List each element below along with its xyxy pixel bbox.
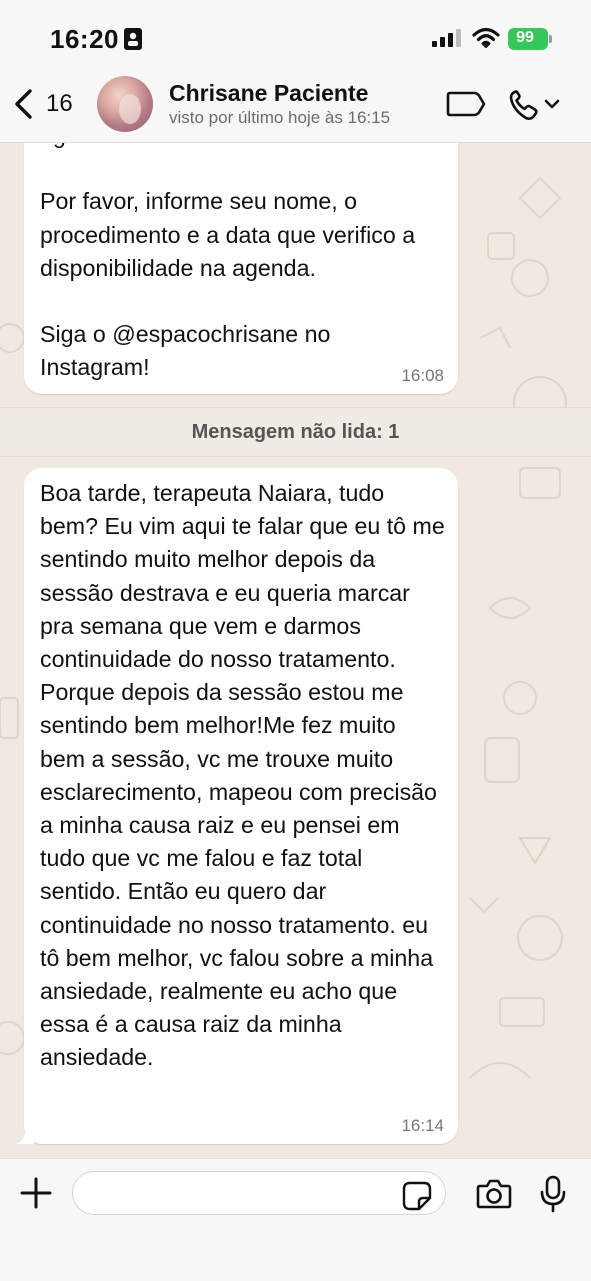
battery-icon: 99	[508, 28, 548, 50]
phone-icon[interactable]	[508, 88, 564, 122]
message-bubble[interactable]: agendamento? Por favor, informe seu nome…	[24, 112, 458, 394]
chevron-left-icon[interactable]	[12, 88, 34, 120]
camera-icon[interactable]	[476, 1179, 512, 1209]
unread-label: Mensagem não lida: 1	[191, 421, 400, 443]
message-bubble[interactable]: Boa tarde, terapeuta Naiara, tudo bem? E…	[24, 468, 458, 1144]
sticker-icon[interactable]	[402, 1181, 432, 1211]
chevron-down-icon	[544, 99, 560, 109]
microphone-icon[interactable]	[540, 1175, 566, 1213]
label-tag-icon[interactable]	[446, 90, 486, 118]
status-time: 16:20	[50, 24, 119, 54]
wifi-icon	[472, 27, 500, 48]
composer-bar	[0, 1158, 591, 1281]
chat-header: 16 Chrisane Paciente visto por último ho…	[0, 66, 591, 143]
battery-level: 99	[516, 29, 534, 46]
battery-cap	[549, 35, 552, 43]
signal-icon	[432, 29, 461, 47]
id-card-icon	[124, 28, 142, 50]
bubble-tail	[16, 1126, 34, 1144]
avatar[interactable]	[97, 76, 153, 132]
plus-icon[interactable]	[20, 1177, 52, 1209]
contact-name[interactable]: Chrisane Paciente	[169, 80, 368, 107]
message-text: Boa tarde, terapeuta Naiara, tudo bem? E…	[40, 480, 452, 1071]
unread-divider: Mensagem não lida: 1	[0, 407, 591, 457]
message-input[interactable]	[72, 1171, 446, 1215]
message-text: agendamento? Por favor, informe seu nome…	[40, 122, 416, 381]
contact-last-seen: visto por último hoje às 16:15	[169, 108, 391, 127]
message-time: 16:14	[401, 1116, 444, 1135]
unread-chats-count[interactable]: 16	[46, 90, 73, 118]
message-time: 16:08	[401, 366, 444, 385]
